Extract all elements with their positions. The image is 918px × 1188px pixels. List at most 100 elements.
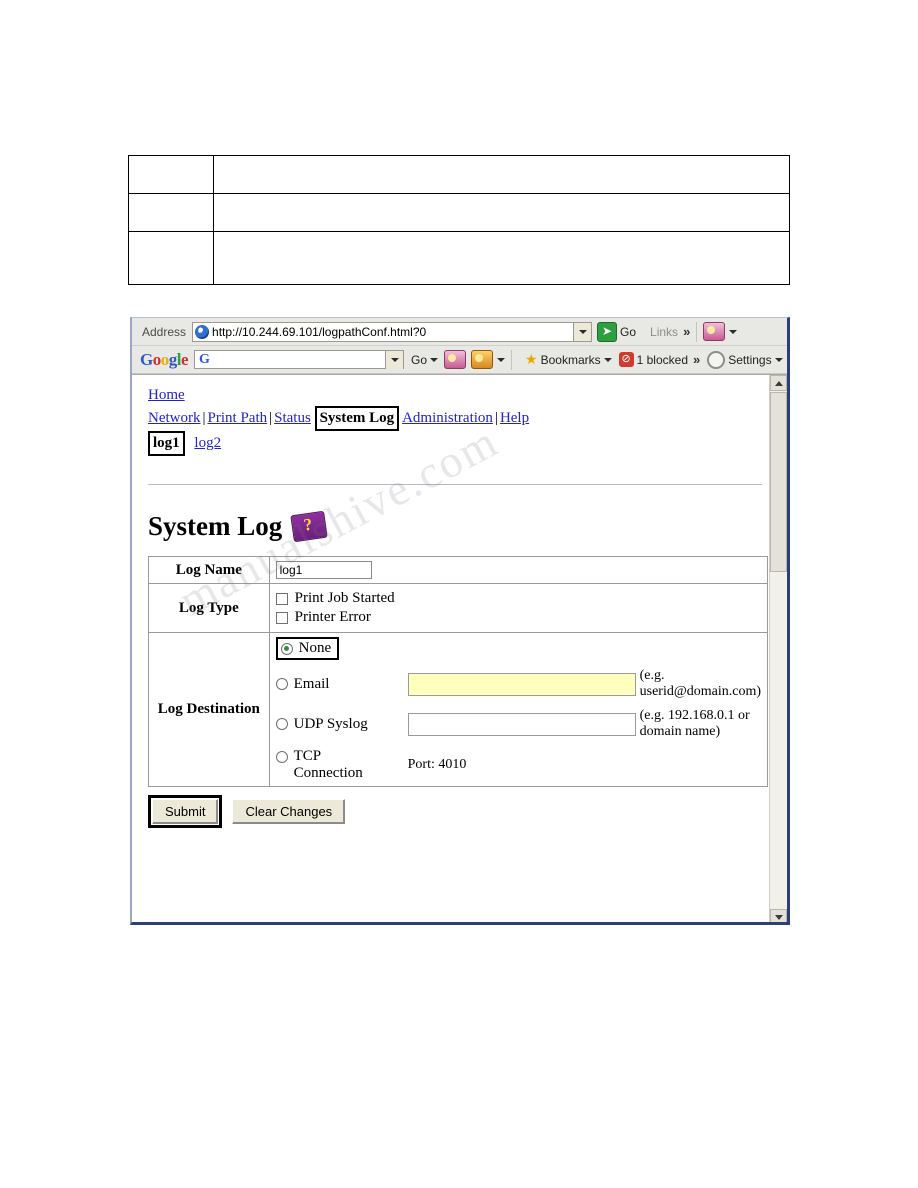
nav-tab-log2[interactable]: log2 (194, 435, 221, 451)
destination-syslog-hint: (e.g. 192.168.0.1 or domain name) (639, 708, 750, 739)
form-buttons: Submit Clear Changes (148, 795, 770, 828)
browser-window: Address http://10.244.69.101/logpathConf… (130, 317, 790, 925)
destination-tcp-port: Port: 4010 (407, 757, 467, 772)
palette-icon[interactable] (703, 322, 726, 341)
google-search-dropdown[interactable] (385, 350, 404, 369)
log-type-cell: Print Job Started Printer Error (268, 583, 769, 633)
nav-link-status[interactable]: Status (274, 410, 311, 426)
bookmarks-button[interactable]: ★ Bookmarks (525, 351, 612, 368)
internet-explorer-icon (195, 324, 210, 339)
table-cell (213, 155, 790, 194)
table-row (128, 231, 790, 285)
destination-option-udp-syslog[interactable]: UDP Syslog (275, 715, 408, 733)
log-name-row: Log Name (148, 556, 769, 584)
clear-changes-button[interactable]: Clear Changes (232, 799, 346, 824)
toolbar-overflow-icon[interactable]: » (693, 352, 700, 367)
bookmarks-label: Bookmarks (540, 352, 601, 367)
nav-link-print-path[interactable]: Print Path (208, 410, 268, 426)
autofill-icon[interactable] (444, 350, 467, 369)
site-navigation: Home Network | Print Path | Status System Lo… (140, 385, 770, 456)
address-input[interactable]: http://10.244.69.101/logpathConf.html?0 (192, 321, 593, 342)
links-label[interactable]: Links (650, 325, 678, 339)
destination-option-label: UDP Syslog (293, 715, 368, 732)
submit-button[interactable]: Submit (152, 799, 219, 824)
nav-link-administration[interactable]: Administration (402, 410, 493, 426)
radio-icon[interactable] (275, 678, 288, 690)
destination-option-label: TCP Connection (293, 748, 363, 781)
vertical-scrollbar[interactable] (769, 375, 787, 922)
email-address-input[interactable] (407, 672, 636, 696)
syslog-host-input[interactable] (407, 712, 636, 736)
go-button[interactable]: ➤ Go (597, 321, 636, 342)
checkbox-icon[interactable] (275, 592, 288, 605)
radio-icon[interactable] (275, 718, 288, 730)
log-name-input[interactable] (275, 561, 372, 579)
log-destination-cell: None Email (e.g. userid@domain.com) UDP … (268, 632, 769, 787)
radio-icon[interactable] (280, 642, 293, 655)
page-title-row: System Log (140, 485, 770, 543)
google-go-label: Go (411, 352, 428, 367)
log-type-option-label: Print Job Started (294, 590, 395, 606)
nav-separator: | (494, 410, 498, 426)
toolbar-divider (696, 321, 698, 342)
links-overflow-icon[interactable]: » (683, 324, 690, 339)
gear-icon (707, 350, 726, 369)
nav-link-help[interactable]: Help (500, 410, 529, 426)
scroll-down-button[interactable] (770, 909, 787, 922)
destination-option-label: None (298, 640, 332, 656)
google-toolbar: Google G Go ★ Bookmarks ⊘ 1 blocked » Se… (132, 346, 787, 374)
log-type-option-printer-error[interactable]: Printer Error (275, 609, 761, 626)
destination-option-email[interactable]: Email (275, 675, 408, 693)
table-cell (213, 193, 790, 232)
radio-icon[interactable] (275, 751, 288, 763)
nav-link-home[interactable]: Home (148, 387, 185, 403)
chevron-down-icon[interactable] (497, 357, 506, 362)
table-cell (128, 231, 214, 285)
address-dropdown-button[interactable] (573, 322, 592, 341)
submit-button-highlight: Submit (148, 795, 223, 828)
settings-button[interactable]: Settings (707, 350, 783, 369)
destination-email-input-cell (407, 672, 640, 696)
nav-line-3: log1 log2 (148, 431, 770, 456)
chevron-down-icon (578, 329, 587, 334)
log-config-table: Log Name Log Type Print Job Started (148, 556, 769, 787)
destination-option-none[interactable]: None (275, 637, 340, 660)
document-table (128, 155, 790, 285)
destination-syslog-input-cell (407, 712, 640, 736)
google-go-button[interactable]: Go (411, 352, 439, 367)
table-cell (128, 193, 214, 232)
log-type-option-label: Printer Error (294, 609, 371, 625)
page-viewport: Home Network | Print Path | Status System Lo… (132, 374, 787, 922)
palette-dropdown-icon[interactable] (729, 329, 738, 334)
table-row (128, 155, 790, 194)
page-title: System Log (148, 511, 283, 541)
address-label: Address (142, 324, 187, 339)
log-type-option-print-job-started[interactable]: Print Job Started (275, 590, 761, 607)
page-content: Home Network | Print Path | Status System Lo… (132, 375, 770, 922)
options-icon[interactable] (471, 350, 494, 369)
destination-option-tcp-connection[interactable]: TCP Connection (275, 748, 408, 782)
triangle-down-icon (774, 914, 783, 920)
scrollbar-thumb[interactable] (770, 392, 787, 572)
chevron-down-icon (430, 357, 439, 362)
nav-tab-log1[interactable]: log1 (148, 431, 185, 456)
log-name-label: Log Name (148, 556, 270, 584)
table-row (128, 193, 790, 232)
nav-link-network[interactable]: Network (148, 410, 201, 426)
log-type-row: Log Type Print Job Started Printer Error (148, 583, 769, 633)
table-cell (128, 155, 214, 194)
google-search-input[interactable]: G (194, 350, 405, 369)
chevron-down-icon (774, 357, 783, 362)
nav-link-system-log[interactable]: System Log (314, 406, 400, 431)
scroll-up-button[interactable] (770, 375, 787, 391)
help-book-icon[interactable] (290, 510, 328, 543)
popup-blocker-button[interactable]: ⊘ 1 blocked (618, 352, 688, 367)
google-g-icon: G (199, 351, 210, 367)
checkbox-icon[interactable] (275, 611, 288, 624)
blocked-icon: ⊘ (618, 352, 634, 367)
settings-label: Settings (728, 352, 772, 367)
chevron-down-icon (603, 357, 612, 362)
destination-option-label: Email (293, 675, 330, 692)
log-type-label: Log Type (148, 583, 270, 633)
triangle-up-icon (774, 380, 783, 386)
